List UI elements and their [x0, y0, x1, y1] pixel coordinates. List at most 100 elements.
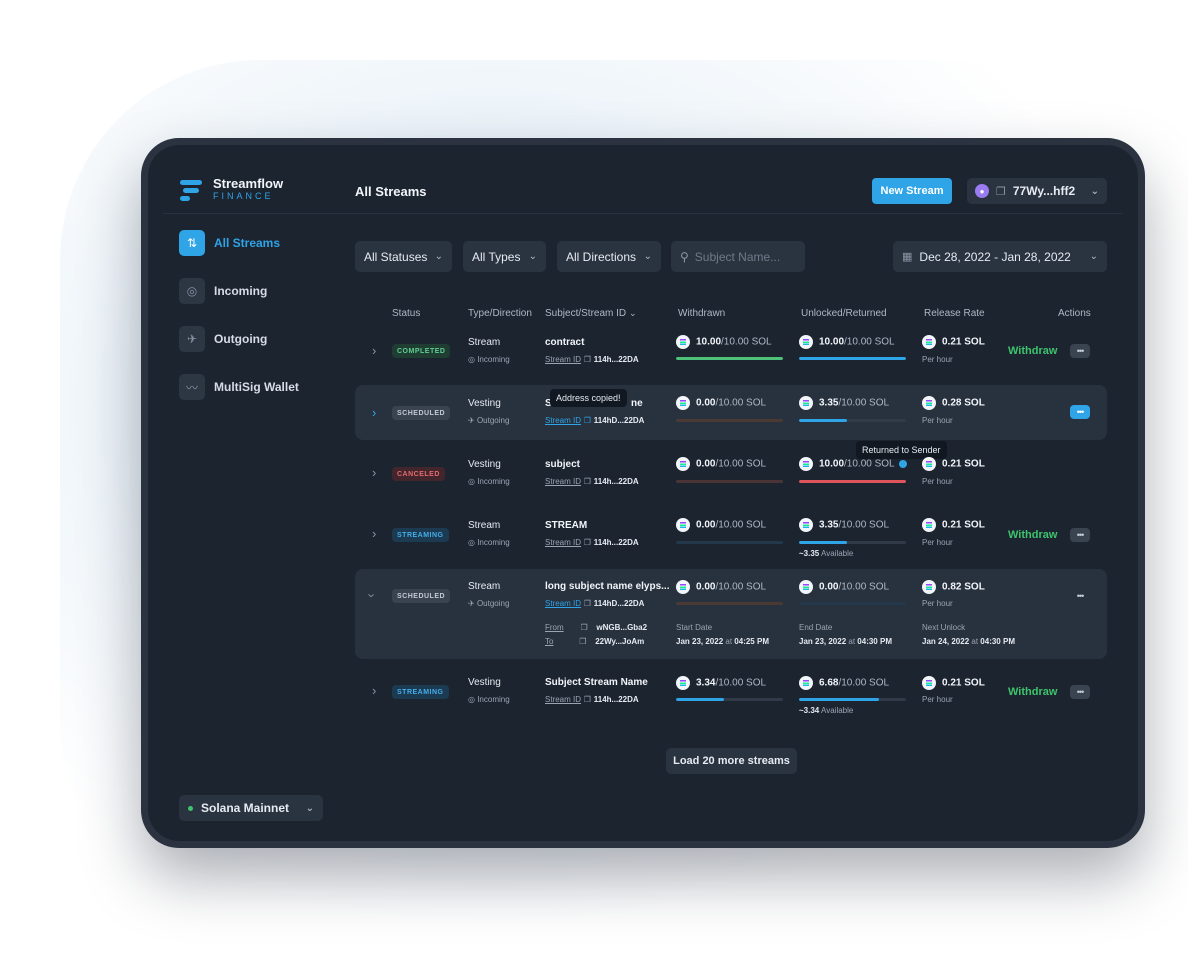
stream-direction: ✈ Outgoing	[468, 416, 510, 425]
type-filter[interactable]: All Types ⌄	[463, 241, 546, 272]
withdraw-button[interactable]: Withdraw	[1008, 345, 1057, 357]
stream-id-link[interactable]: Stream ID	[545, 599, 581, 608]
column-type-direction: Type/Direction	[468, 308, 532, 319]
copy-icon[interactable]: ❐	[584, 355, 591, 364]
copied-tooltip: Address copied!	[550, 389, 627, 407]
stream-type: Stream	[468, 337, 501, 348]
sidebar-item-outgoing[interactable]: ✈ Outgoing	[179, 326, 329, 352]
withdrawn-amount: 10.00/10.00 SOL	[676, 335, 772, 349]
copy-icon[interactable]: ❐	[996, 185, 1006, 198]
sidebar-item-multisig-wallet[interactable]: 〰 MultiSig Wallet	[179, 374, 329, 400]
column-withdrawn: Withdrawn	[678, 308, 726, 319]
arrows-updown-icon: ⇅	[179, 230, 205, 256]
rate-unit: Per hour	[922, 599, 953, 608]
copy-icon[interactable]: ❐	[584, 599, 591, 608]
streamflow-logo-icon	[180, 178, 204, 202]
wallet-selector[interactable]: ● ❐ 77Wy...hff2 ⌄	[967, 178, 1107, 204]
sidebar-item-incoming[interactable]: ◎ Incoming	[179, 278, 329, 304]
from-link[interactable]: From	[545, 623, 564, 632]
stream-id-link[interactable]: Stream ID	[545, 416, 581, 425]
next-unlock-label: Next Unlock	[922, 623, 966, 632]
status-filter[interactable]: All Statuses ⌄	[355, 241, 452, 272]
unlocked-progress	[799, 357, 906, 360]
copy-icon[interactable]: ❐	[579, 637, 586, 646]
to-address: To ❐ 22Wy...JoAm	[545, 637, 645, 646]
info-icon[interactable]	[899, 460, 907, 468]
more-actions-button[interactable]: •••	[1070, 589, 1090, 603]
search-icon: ⚲	[680, 249, 689, 264]
stream-direction: ◎ Incoming	[468, 355, 510, 364]
chevron-right-icon[interactable]: ›	[372, 465, 376, 480]
direction-filter[interactable]: All Directions ⌄	[557, 241, 661, 272]
chevron-right-icon[interactable]: ›	[372, 343, 376, 358]
withdrawn-progress	[676, 419, 783, 422]
app-name: Streamflow	[213, 176, 284, 191]
unlocked-progress	[799, 419, 906, 422]
stream-subject: subject	[545, 459, 581, 470]
unlocked-progress	[799, 480, 906, 483]
subject-search[interactable]: ⚲	[671, 241, 805, 272]
status-filter-value: All Statuses	[364, 249, 428, 264]
chevron-right-icon[interactable]: ›	[372, 526, 376, 541]
solana-icon	[676, 518, 690, 532]
chevron-down-icon: ⌄	[628, 308, 637, 318]
unlocked-progress	[799, 602, 906, 605]
start-date-label: Start Date	[676, 623, 713, 632]
rocket-icon: ✈	[179, 326, 205, 352]
start-date: Jan 23, 2022 at 04:25 PM	[676, 637, 769, 646]
chevron-right-icon[interactable]: ›	[372, 683, 376, 698]
more-actions-button[interactable]: •••	[1070, 405, 1090, 419]
column-subject[interactable]: Subject/Stream ID ⌄	[545, 308, 636, 319]
withdraw-button[interactable]: Withdraw	[1008, 529, 1057, 541]
stream-id-link[interactable]: Stream ID	[545, 477, 581, 486]
solana-icon	[922, 396, 936, 410]
solana-icon	[922, 580, 936, 594]
copy-icon[interactable]: ❐	[584, 477, 591, 486]
withdrawn-progress	[676, 698, 783, 701]
app-logo: Streamflow FINANCE	[180, 177, 283, 202]
more-actions-button[interactable]: •••	[1070, 344, 1090, 358]
date-range-picker[interactable]: ▦ Dec 28, 2022 - Jan 28, 2022 ⌄	[893, 241, 1107, 272]
chevron-right-icon[interactable]: ›	[372, 405, 376, 420]
unlocked-amount: 10.00/10.00 SOL	[799, 457, 895, 471]
chevron-down-icon: ⌄	[643, 251, 652, 262]
to-link[interactable]: To	[545, 637, 553, 646]
withdraw-button[interactable]: Withdraw	[1008, 686, 1057, 698]
search-input[interactable]	[694, 249, 795, 264]
sidebar-nav: ⇅ All Streams ◎ Incoming ✈ Outgoing 〰 Mu…	[179, 230, 329, 422]
sidebar-item-label: Incoming	[214, 284, 268, 298]
target-icon: ◎	[179, 278, 205, 304]
sidebar-item-all-streams[interactable]: ⇅ All Streams	[179, 230, 329, 256]
stream-subject: Subject Stream Name	[545, 677, 648, 688]
network-label: Solana Mainnet	[201, 801, 290, 815]
available-amount: ~3.35 Available	[799, 549, 854, 558]
more-actions-button[interactable]: •••	[1070, 685, 1090, 699]
copy-icon[interactable]: ❐	[580, 623, 587, 632]
more-actions-button[interactable]: •••	[1070, 528, 1090, 542]
chevron-down-icon: ⌄	[1089, 251, 1098, 262]
solana-icon	[676, 396, 690, 410]
column-release-rate: Release Rate	[924, 308, 985, 319]
stream-id-link[interactable]: Stream ID	[545, 695, 581, 704]
stream-id-link[interactable]: Stream ID	[545, 538, 581, 547]
page-title: All Streams	[355, 184, 427, 199]
stream-id-link[interactable]: Stream ID	[545, 355, 581, 364]
copy-icon[interactable]: ❐	[584, 416, 591, 425]
copy-icon[interactable]: ❐	[584, 538, 591, 547]
stream-type: Stream	[468, 581, 501, 592]
rocket-icon: ✈	[468, 599, 477, 608]
withdrawn-amount: 0.00/10.00 SOL	[676, 457, 766, 471]
column-unlocked: Unlocked/Returned	[801, 308, 887, 319]
target-icon: ◎	[468, 355, 478, 364]
new-stream-button[interactable]: New Stream	[872, 178, 952, 204]
calendar-icon: ▦	[902, 251, 913, 263]
chevron-down-icon[interactable]: ›	[365, 593, 380, 597]
solana-icon	[799, 518, 813, 532]
network-selector[interactable]: Solana Mainnet ⌄	[179, 795, 323, 821]
stream-id: Stream ID ❐ 114h...22DA	[545, 355, 639, 364]
wallet-avatar-icon: ●	[975, 184, 989, 198]
load-more-button[interactable]: Load 20 more streams	[666, 748, 797, 774]
rate-unit: Per hour	[922, 416, 953, 425]
copy-icon[interactable]: ❐	[584, 695, 591, 704]
sidebar-item-label: MultiSig Wallet	[214, 380, 299, 394]
